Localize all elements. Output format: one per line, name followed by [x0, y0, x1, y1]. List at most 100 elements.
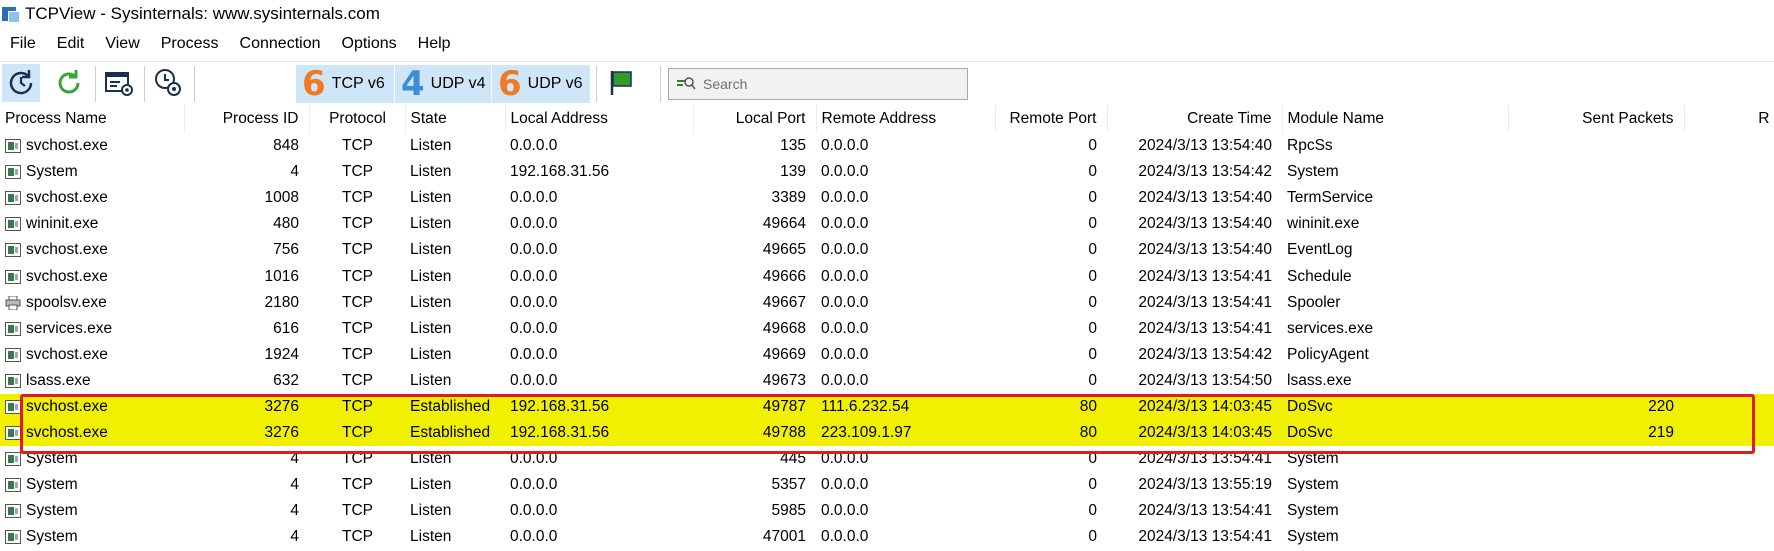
- column-header-received[interactable]: R: [1684, 105, 1774, 133]
- cell-state: Listen: [410, 345, 452, 363]
- cell-remote-address: 0.0.0.0: [821, 528, 869, 546]
- cell-protocol: TCP: [342, 528, 373, 546]
- column-header-protocol[interactable]: Protocol: [309, 105, 406, 133]
- table-row[interactable]: svchost.exe 848 TCP Listen 0.0.0.0 135 0.0.0.0…: [0, 133, 1774, 159]
- table-row[interactable]: svchost.exe 3276 TCP Established 192.168.31.…: [0, 393, 1774, 421]
- table-row[interactable]: spoolsv.exe 2180 TCP Listen 0.0.0.0 49667 0.0.…: [0, 290, 1774, 316]
- column-header-local-address[interactable]: Local Address: [505, 105, 694, 133]
- table-row[interactable]: System 4 TCP Listen 192.168.31.56 139 0.0.0.0 0…: [0, 159, 1774, 185]
- cell-remote-address: 0.0.0.0: [821, 215, 869, 233]
- process-window-icon: [5, 478, 21, 493]
- process-name-wrapper: wininit.exe: [5, 215, 180, 233]
- table-row[interactable]: lsass.exe 632 TCP Listen 0.0.0.0 49673 0.0.0.0…: [0, 368, 1774, 394]
- settings-window-button[interactable]: [100, 64, 138, 102]
- cell-create-time: 2024/3/13 13:54:40: [1138, 215, 1272, 233]
- filter-tcp-v6-toggle[interactable]: 6 TCP v6: [296, 65, 394, 103]
- process-window-icon: [5, 347, 21, 362]
- menu-options[interactable]: Options: [332, 35, 408, 53]
- cell-local-port: 3389: [771, 189, 806, 207]
- process-name-text: lsass.exe: [26, 371, 91, 389]
- search-input[interactable]: Search: [668, 68, 968, 100]
- column-header-state[interactable]: State: [405, 105, 506, 133]
- toolbar-separator: [144, 66, 145, 102]
- cell-process-id: 848: [273, 137, 299, 155]
- table-row[interactable]: svchost.exe 756 TCP Listen 0.0.0.0 49665 0.0.0…: [0, 237, 1774, 263]
- table-row[interactable]: wininit.exe 480 TCP Listen 0.0.0.0 49664 0.0.0…: [0, 211, 1774, 237]
- cell-module-name: wininit.exe: [1287, 215, 1360, 233]
- menu-file[interactable]: File: [0, 35, 47, 53]
- cell-create-time: 2024/3/13 13:54:50: [1138, 371, 1272, 389]
- filter-udp-v6-toggle[interactable]: 6 UDP v6: [492, 65, 590, 103]
- column-header-remote-address[interactable]: Remote Address: [816, 105, 996, 133]
- process-name-wrapper: System: [5, 450, 180, 468]
- cell-protocol: TCP: [342, 345, 373, 363]
- refresh-clock-button[interactable]: [2, 64, 40, 102]
- cell-module-name: services.exe: [1287, 319, 1374, 337]
- process-name-wrapper: System: [5, 476, 180, 494]
- cell-remote-address: 0.0.0.0: [821, 502, 869, 520]
- cell-module-name: DoSvc: [1282, 393, 1508, 421]
- cell-protocol: TCP: [342, 137, 373, 155]
- cell-sent-packets: [1508, 133, 1684, 159]
- menu-help[interactable]: Help: [408, 35, 462, 53]
- menu-view[interactable]: View: [95, 35, 150, 53]
- cell-received: [1684, 185, 1774, 211]
- cell-protocol: TCP: [342, 319, 373, 337]
- table-row[interactable]: System 4 TCP Listen 0.0.0.0 47001 0.0.0.0 0 2024…: [0, 524, 1774, 550]
- options-gear-button[interactable]: [149, 64, 187, 102]
- filter-udp-v4-label: UDP v4: [430, 75, 486, 92]
- cell-local-port: 49788: [693, 420, 816, 447]
- cell-process-id: 616: [273, 319, 299, 337]
- flag-button[interactable]: [603, 64, 641, 102]
- table-row[interactable]: System 4 TCP Listen 0.0.0.0 5357 0.0.0.0 0 2024/…: [0, 472, 1774, 498]
- menu-process[interactable]: Process: [151, 35, 230, 53]
- cell-sent-packets: [1508, 498, 1684, 524]
- cell-received: [1684, 316, 1774, 342]
- column-header-local-port[interactable]: Local Port: [693, 105, 817, 133]
- toolbar-separator: [194, 66, 195, 102]
- toolbar-separator: [95, 66, 96, 102]
- process-name-text: svchost.exe: [26, 137, 108, 155]
- column-header-sent-packets[interactable]: Sent Packets: [1508, 105, 1685, 133]
- refresh-button[interactable]: [50, 64, 88, 102]
- table-row[interactable]: svchost.exe 3276 TCP Established 192.168.31.…: [0, 420, 1774, 447]
- process-name-wrapper: svchost.exe: [5, 398, 180, 416]
- cell-local-port: 135: [780, 137, 806, 155]
- table-row[interactable]: svchost.exe 1008 TCP Listen 0.0.0.0 3389 0.0.0…: [0, 185, 1774, 211]
- cell-received: [1684, 133, 1774, 159]
- settings-window-icon: [105, 72, 133, 96]
- column-header-process-name[interactable]: Process Name: [0, 105, 185, 133]
- column-header-remote-port[interactable]: Remote Port: [995, 105, 1108, 133]
- process-window-icon: [5, 139, 21, 154]
- table-row[interactable]: System 4 TCP Listen 0.0.0.0 445 0.0.0.0 0 2024/3…: [0, 446, 1774, 472]
- cell-local-address: 0.0.0.0: [510, 476, 558, 494]
- column-header-process-id[interactable]: Process ID: [184, 105, 310, 133]
- process-window-icon: [5, 452, 21, 467]
- cell-remote-port: 0: [1088, 502, 1097, 520]
- cell-module-name: System: [1287, 502, 1339, 520]
- cell-process-name: services.exe: [0, 316, 184, 342]
- cell-local-address: 0.0.0.0: [510, 241, 558, 259]
- cell-received: [1684, 498, 1774, 524]
- cell-local-address: 192.168.31.56: [510, 163, 610, 181]
- cell-local-address: 0.0.0.0: [510, 450, 558, 468]
- table-row[interactable]: System 4 TCP Listen 0.0.0.0 5985 0.0.0.0 0 2024/…: [0, 498, 1774, 524]
- filter-udp-v4-toggle[interactable]: 4 UDP v4: [395, 65, 491, 103]
- cell-remote-address: 0.0.0.0: [821, 137, 869, 155]
- table-header: Process Name Process ID Protocol State L…: [0, 105, 1774, 133]
- cell-local-port: 49787: [693, 393, 816, 421]
- menu-edit[interactable]: Edit: [47, 35, 96, 53]
- table-row[interactable]: svchost.exe 1924 TCP Listen 0.0.0.0 49669 0.0.…: [0, 342, 1774, 368]
- process-name-wrapper: spoolsv.exe: [5, 294, 180, 312]
- table-row[interactable]: services.exe 616 TCP Listen 0.0.0.0 49668 0.0.…: [0, 316, 1774, 342]
- table-row[interactable]: svchost.exe 1016 TCP Listen 0.0.0.0 49666 0.0.…: [0, 263, 1774, 289]
- column-header-module-name[interactable]: Module Name: [1282, 105, 1509, 133]
- menu-connection[interactable]: Connection: [230, 35, 332, 53]
- cell-process-name: svchost.exe: [0, 185, 184, 211]
- cell-process-id: 3276: [184, 393, 309, 421]
- column-header-create-time[interactable]: Create Time: [1107, 105, 1283, 133]
- cell-process-name: svchost.exe: [0, 393, 184, 421]
- cell-remote-port: 0: [1088, 476, 1097, 494]
- cell-local-port: 49667: [762, 293, 806, 311]
- cell-process-name: svchost.exe: [0, 342, 184, 368]
